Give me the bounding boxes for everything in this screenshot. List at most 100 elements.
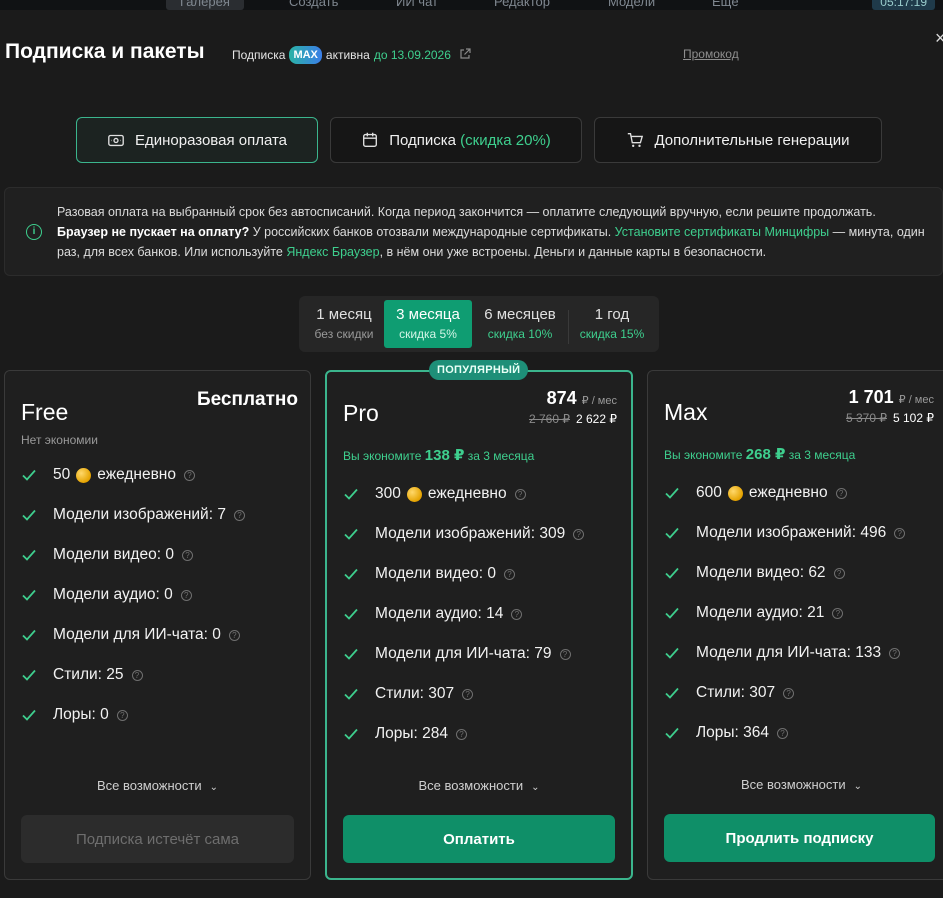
info-text: Разовая оплата на выбранный срок без авт… <box>57 202 937 262</box>
plan-name: Pro <box>343 400 379 426</box>
feature-item: 50 ежедневно? <box>21 455 301 495</box>
check-icon <box>665 687 679 699</box>
nav-create[interactable]: Создать <box>275 0 352 10</box>
help-icon[interactable]: ? <box>228 629 240 641</box>
feature-item: Модели изображений: 309? <box>343 514 623 554</box>
help-icon[interactable]: ? <box>131 669 143 681</box>
check-icon <box>665 647 679 659</box>
help-icon[interactable]: ? <box>832 607 844 619</box>
renew-subscription-button[interactable]: Продлить подписку <box>664 814 935 862</box>
tab-extra-generations[interactable]: Дополнительные генерации <box>594 117 882 163</box>
feature-text: Модели изображений: 309 <box>375 525 566 542</box>
help-icon[interactable]: ? <box>514 488 526 500</box>
nav-models[interactable]: Модели <box>594 0 669 10</box>
tab-one-time[interactable]: Единоразовая оплата <box>76 117 318 163</box>
total-price: 5 102 ₽ <box>893 411 934 425</box>
period-sub: без скидки <box>314 327 374 341</box>
subscription-status: Подписка MAX активна до 13.09.2026 <box>232 46 471 64</box>
all-features-label: Все возможности <box>96 778 202 793</box>
feature-text: 300 <box>375 485 401 502</box>
help-icon[interactable]: ? <box>456 728 468 740</box>
coin-icon <box>406 486 422 502</box>
plan-price: 874 ₽ / мес <box>547 388 617 409</box>
feature-text: Модели для ИИ-чата: 133 <box>696 644 882 661</box>
price-total: 5 370 ₽ 5 102 ₽ <box>846 411 934 425</box>
check-icon <box>665 527 679 539</box>
help-icon[interactable]: ? <box>833 567 845 579</box>
help-icon[interactable]: ? <box>559 648 571 660</box>
help-icon[interactable]: ? <box>511 608 523 620</box>
feature-item: Лоры: 284? <box>343 714 623 754</box>
calendar-icon <box>363 132 378 147</box>
help-icon[interactable]: ? <box>783 687 795 699</box>
check-icon <box>665 567 679 579</box>
price-total: 2 760 ₽ 2 622 ₽ <box>529 412 617 426</box>
cert-link[interactable]: Установите сертификаты Минцифры <box>615 225 830 239</box>
feature-item: Модели видео: 62? <box>664 553 943 593</box>
feature-item: Модели изображений: 7? <box>21 495 301 535</box>
period-6-months[interactable]: 6 месяцев скидка 10% <box>475 300 565 348</box>
feature-text: Лоры: 284 <box>375 725 449 742</box>
tab-subscription[interactable]: Подписка (скидка 20%) <box>330 117 582 163</box>
check-icon <box>22 629 36 641</box>
help-icon[interactable]: ? <box>889 647 901 659</box>
check-icon <box>344 528 358 540</box>
period-1-month[interactable]: 1 месяц без скидки <box>305 300 383 348</box>
info-line1: Разовая оплата на выбранный срок без авт… <box>57 205 876 219</box>
all-features-toggle[interactable]: Все возможности ⌄ <box>327 778 631 793</box>
subscription-modal: Подписка и пакеты Подписка MAX активна д… <box>0 10 943 898</box>
nav-editor[interactable]: Редактор <box>480 0 564 10</box>
feature-item: Стили: 307? <box>343 674 623 714</box>
check-icon <box>344 648 358 660</box>
status-until: до 13.09.2026 <box>373 48 451 62</box>
plan-savings: Нет экономии <box>21 433 98 447</box>
nav-gallery[interactable]: Галерея <box>166 0 244 10</box>
external-link-icon[interactable] <box>459 47 471 63</box>
feature-daily: ежедневно <box>97 466 176 483</box>
period-1-year[interactable]: 1 год скидка 15% <box>571 300 653 348</box>
check-icon <box>22 549 36 561</box>
chevron-down-icon: ⌄ <box>209 782 219 793</box>
help-icon[interactable]: ? <box>503 568 515 580</box>
help-icon[interactable]: ? <box>894 527 906 539</box>
yandex-browser-link[interactable]: Яндекс Браузер <box>286 245 379 259</box>
feature-list: 300 ежедневно? Модели изображений: 309? М… <box>343 474 623 754</box>
nav-ai-chat[interactable]: ИИ чат <box>382 0 452 10</box>
help-icon[interactable]: ? <box>777 727 789 739</box>
feature-text: Модели для ИИ-чата: 79 <box>375 645 552 662</box>
plan-savings: Вы экономите 268 ₽ за 3 месяца <box>664 445 855 463</box>
tab-extra-label: Дополнительные генерации <box>654 131 850 149</box>
help-icon[interactable]: ? <box>835 487 847 499</box>
feature-daily: ежедневно <box>427 485 507 502</box>
feature-text: Стили: 307 <box>696 684 776 701</box>
feature-item: Модели аудио: 21? <box>664 593 943 633</box>
help-icon[interactable]: ? <box>573 528 585 540</box>
check-icon <box>665 607 679 619</box>
total-price: 2 622 ₽ <box>576 412 617 426</box>
help-icon[interactable]: ? <box>462 688 474 700</box>
promo-link[interactable]: Промокод <box>683 47 739 61</box>
help-icon[interactable]: ? <box>233 509 245 521</box>
all-features-label: Все возможности <box>418 778 524 793</box>
feature-text: Модели видео: 0 <box>375 565 496 582</box>
old-price: 2 760 ₽ <box>529 412 570 426</box>
old-price: 5 370 ₽ <box>846 411 887 425</box>
help-icon[interactable]: ? <box>181 549 193 561</box>
feature-item: Модели аудио: 14? <box>343 594 623 634</box>
feature-item: 600 ежедневно? <box>664 473 943 513</box>
nav-more[interactable]: Ещё <box>698 0 753 10</box>
period-3-months[interactable]: 3 месяца скидка 5% <box>384 300 472 348</box>
feature-text: Лоры: 364 <box>696 724 770 741</box>
help-icon[interactable]: ? <box>116 709 128 721</box>
feature-text: Модели видео: 0 <box>53 546 174 563</box>
close-icon[interactable]: × <box>935 28 943 49</box>
help-icon[interactable]: ? <box>183 469 195 481</box>
help-icon[interactable]: ? <box>180 589 192 601</box>
all-features-toggle[interactable]: Все возможности ⌄ <box>648 777 943 792</box>
feature-text: Модели аудио: 14 <box>375 605 504 622</box>
chevron-down-icon: ⌄ <box>853 781 863 792</box>
all-features-toggle[interactable]: Все возможности ⌄ <box>5 778 310 793</box>
clock: 05:17:19 <box>872 0 935 10</box>
feature-text: Модели аудио: 0 <box>53 586 173 603</box>
pay-button[interactable]: Оплатить <box>343 815 615 863</box>
